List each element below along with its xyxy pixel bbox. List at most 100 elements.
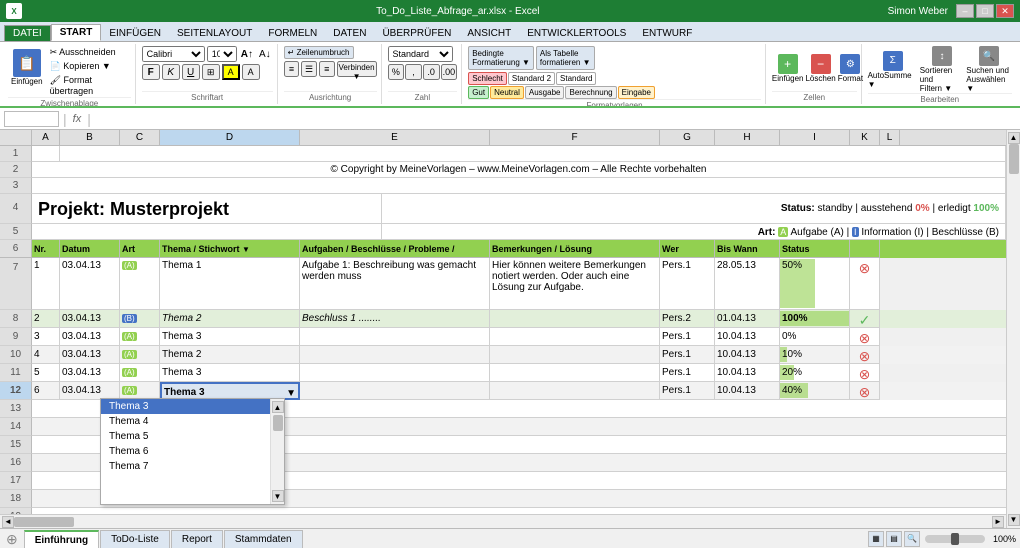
wrap-text-button[interactable]: ↵ Zeilenumbruch — [284, 46, 354, 59]
tab-daten[interactable]: DATEN — [325, 26, 374, 41]
cell-7-thema[interactable]: Thema 1 — [160, 258, 300, 310]
cell-5-art[interactable]: Art: A Aufgabe (A) | I Information (I) |… — [382, 224, 1006, 240]
cell-11-nr[interactable]: 5 — [32, 364, 60, 382]
cell-12-wer[interactable]: Pers.1 — [660, 382, 715, 400]
paste-button[interactable]: 📋 Einfügen — [8, 46, 46, 89]
style-schlecht[interactable]: Schlecht — [468, 72, 507, 85]
sortieren-button[interactable]: ↕ Sortieren undFiltern ▼ — [920, 46, 965, 93]
autocomplete-dropdown[interactable]: Thema 3 Thema 4 Thema 5 Thema 6 Thema 7 … — [100, 398, 285, 505]
einfugen-cells-button[interactable]: + Einfügen — [772, 54, 804, 83]
col-nr-header[interactable]: Nr. — [32, 240, 60, 258]
cell-7-bemerkungen[interactable]: Hier können weitere Bemerkungen notiert … — [490, 258, 660, 310]
cell-8-thema[interactable]: Thema 2 — [160, 310, 300, 328]
cell-9-wer[interactable]: Pers.1 — [660, 328, 715, 346]
dropdown-item-2[interactable]: Thema 4 — [101, 414, 270, 429]
number-format-select[interactable]: Standard — [388, 46, 453, 62]
cell-9-thema[interactable]: Thema 3 — [160, 328, 300, 346]
cell-12-indicator[interactable]: ⊗ — [850, 382, 880, 400]
cell-9-biswann[interactable]: 10.04.13 — [715, 328, 780, 346]
cell-11-biswann[interactable]: 10.04.13 — [715, 364, 780, 382]
col-header-l[interactable]: L — [880, 130, 900, 145]
cell-12-nr[interactable]: 6 — [32, 382, 60, 400]
cell-9-indicator[interactable]: ⊗ — [850, 328, 880, 346]
tab-uberprufung[interactable]: ÜBERPRÜFEN — [374, 26, 459, 41]
cell-7-datum[interactable]: 03.04.13 — [60, 258, 120, 310]
sheet-tab-add[interactable]: ⊕ — [0, 529, 24, 548]
cell-5-content[interactable] — [32, 224, 382, 240]
cell-10-nr[interactable]: 4 — [32, 346, 60, 364]
cell-10-indicator[interactable]: ⊗ — [850, 346, 880, 364]
tab-ansicht[interactable]: ANSICHT — [459, 26, 519, 41]
col-header-k[interactable]: K — [850, 130, 880, 145]
cell-3-content[interactable] — [32, 178, 1006, 194]
cell-8-art[interactable]: (B) — [120, 310, 160, 328]
minimize-button[interactable]: – — [956, 4, 974, 18]
tab-entwicklertools[interactable]: ENTWICKLERTOOLS — [519, 26, 634, 41]
cell-9-datum[interactable]: 03.04.13 — [60, 328, 120, 346]
maximize-button[interactable]: □ — [976, 4, 994, 18]
cell-9-art[interactable]: (A) — [120, 328, 160, 346]
align-left-button[interactable]: ≡ — [284, 61, 300, 77]
font-color-button[interactable]: A — [242, 64, 260, 80]
cell-10-biswann[interactable]: 10.04.13 — [715, 346, 780, 364]
suchen-button[interactable]: 🔍 Suchen undAuswählen ▼ — [966, 46, 1012, 93]
increase-decimal-button[interactable]: .0 — [423, 64, 440, 80]
cell-9-status[interactable]: 0% — [780, 328, 850, 346]
scroll-up-button[interactable]: ▲ — [272, 401, 284, 413]
col-art-header[interactable]: Art — [120, 240, 160, 258]
cell-12-bemerkungen[interactable] — [490, 382, 660, 400]
v-scroll-down[interactable]: ▼ — [1008, 514, 1020, 526]
style-standard[interactable]: Standard — [556, 72, 596, 85]
decrease-decimal-button[interactable]: .00 — [441, 64, 458, 80]
cell-11-art[interactable]: (A) — [120, 364, 160, 382]
cell-11-status[interactable]: 20% — [780, 364, 850, 382]
scroll-down-button[interactable]: ▼ — [272, 490, 284, 502]
align-center-button[interactable]: ☰ — [301, 61, 317, 77]
italic-button[interactable]: K — [162, 64, 180, 80]
cell-10-thema[interactable]: Thema 2 — [160, 346, 300, 364]
cell-2-content[interactable]: © Copyright by MeineVorlagen – www.Meine… — [32, 162, 1006, 178]
view-normal-button[interactable]: ▦ — [868, 531, 884, 547]
col-bemerkungen-header[interactable]: Bemerkungen / Lösung — [490, 240, 660, 258]
tab-entwurf[interactable]: ENTWURF — [634, 26, 700, 41]
autosumme-button[interactable]: Σ AutoSumme ▼ — [868, 51, 918, 89]
view-pageview-button[interactable]: 🔍 — [904, 531, 920, 547]
cell-8-datum[interactable]: 03.04.13 — [60, 310, 120, 328]
tab-seitenlayout[interactable]: SEITENLAYOUT — [169, 26, 260, 41]
style-standard2[interactable]: Standard 2 — [508, 72, 555, 85]
cell-8-biswann[interactable]: 01.04.13 — [715, 310, 780, 328]
dropdown-item-1[interactable]: Thema 3 — [101, 399, 270, 414]
cell-10-aufgaben[interactable] — [300, 346, 490, 364]
sheet-tab-einfuhrung[interactable]: Einführung — [24, 530, 99, 548]
sheet-tab-report[interactable]: Report — [171, 530, 223, 548]
col-header-c[interactable]: C — [120, 130, 160, 145]
align-right-button[interactable]: ≡ — [319, 61, 335, 77]
h-scroll-thumb[interactable] — [14, 517, 74, 527]
cell-7-wer[interactable]: Pers.1 — [660, 258, 715, 310]
cut-button[interactable]: ✂ Ausschneiden — [48, 46, 131, 59]
format-painter-button[interactable]: 🖌 Format übertragen — [48, 74, 131, 97]
h-scroll-track[interactable] — [14, 517, 992, 527]
v-scrollbar[interactable]: ▲ ▼ — [1006, 130, 1020, 528]
v-scroll-up[interactable]: ▲ — [1008, 132, 1020, 144]
style-gut[interactable]: Gut — [468, 86, 489, 99]
style-berechnung[interactable]: Berechnung — [565, 86, 616, 99]
cell-11-bemerkungen[interactable] — [490, 364, 660, 382]
comma-button[interactable]: , — [405, 64, 422, 80]
cell-8-wer[interactable]: Pers.2 — [660, 310, 715, 328]
cell-1-a[interactable] — [32, 146, 60, 162]
col-datum-header[interactable]: Datum — [60, 240, 120, 258]
col-wer-header[interactable]: Wer — [660, 240, 715, 258]
cell-7-biswann[interactable]: 28.05.13 — [715, 258, 780, 310]
cell-9-bemerkungen[interactable] — [490, 328, 660, 346]
cell-10-bemerkungen[interactable] — [490, 346, 660, 364]
cell-4-title[interactable]: Projekt: Musterprojekt — [32, 194, 382, 224]
col-status-header[interactable]: Status — [780, 240, 850, 258]
col-header-f[interactable]: F — [490, 130, 660, 145]
col-header-b[interactable]: B — [60, 130, 120, 145]
col-header-h[interactable]: H — [715, 130, 780, 145]
name-box[interactable]: D12 — [4, 111, 59, 127]
cell-11-wer[interactable]: Pers.1 — [660, 364, 715, 382]
cell-11-datum[interactable]: 03.04.13 — [60, 364, 120, 382]
col-extra-header[interactable] — [850, 240, 880, 258]
